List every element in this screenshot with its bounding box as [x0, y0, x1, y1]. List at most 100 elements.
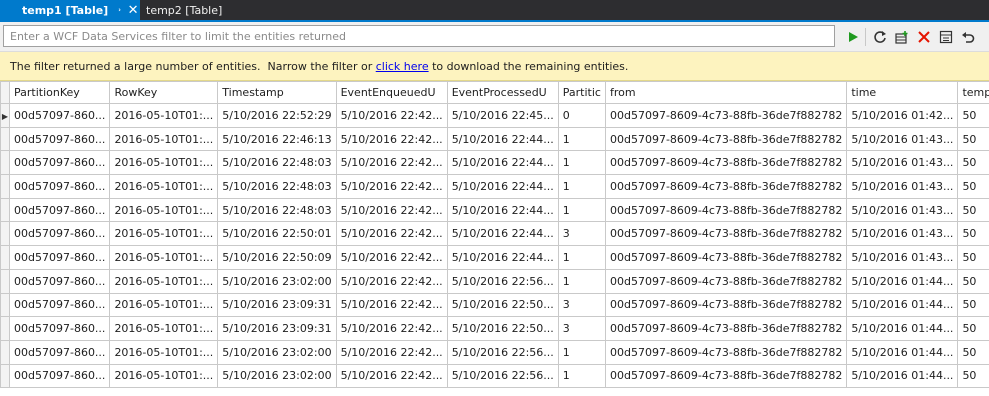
table-cell[interactable]: 5/10/2016 22:42... — [335, 174, 448, 199]
table-cell[interactable]: 50 — [957, 339, 989, 365]
table-cell[interactable]: 00d57097-8609-4c73-88fb-36de7f882782 — [604, 316, 848, 341]
table-cell[interactable]: 1 — [557, 339, 606, 365]
row-header[interactable] — [0, 150, 10, 176]
table-cell[interactable]: 5/10/2016 22:50:09 — [217, 245, 337, 270]
table-row[interactable]: 00d57097-860... 2016-05-10T01:... 5/10/201… — [0, 197, 989, 223]
table-cell[interactable]: 5/10/2016 22:42... — [335, 221, 448, 247]
grid-corner[interactable] — [0, 81, 10, 104]
column-header[interactable]: EventProcessedU — [446, 81, 559, 104]
table-row[interactable]: 00d57097-860... 2016-05-10T01:... 5/10/201… — [0, 150, 989, 176]
table-row[interactable]: 00d57097-860... 2016-05-10T01:... 5/10/201… — [0, 221, 989, 247]
table-row[interactable]: 00d57097-860... 2016-05-10T01:... 5/10/201… — [0, 316, 989, 341]
table-cell[interactable]: 50 — [957, 103, 989, 128]
table-cell[interactable]: 50 — [957, 292, 989, 318]
table-row[interactable]: 00d57097-860... 2016-05-10T01:... 5/10/201… — [0, 245, 989, 270]
table-cell[interactable]: 5/10/2016 22:50... — [446, 316, 559, 341]
table-cell[interactable]: 5/10/2016 22:42... — [335, 245, 448, 270]
table-cell[interactable]: 2016-05-10T01:... — [109, 126, 219, 152]
table-cell[interactable]: 5/10/2016 01:44... — [846, 339, 959, 365]
table-cell[interactable]: 5/10/2016 22:48:03 — [217, 150, 337, 176]
table-cell[interactable]: 5/10/2016 01:44... — [846, 363, 959, 389]
table-cell[interactable]: 5/10/2016 23:02:00 — [217, 268, 337, 294]
table-cell[interactable]: 00d57097-8609-4c73-88fb-36de7f882782 — [604, 197, 848, 223]
table-row[interactable]: 00d57097-860... 2016-05-10T01:... 5/10/201… — [0, 174, 989, 199]
table-cell[interactable]: 2016-05-10T01:... — [109, 339, 219, 365]
table-cell[interactable]: 5/10/2016 22:44... — [446, 245, 559, 270]
table-cell[interactable]: 2016-05-10T01:... — [109, 292, 219, 318]
table-cell[interactable]: 5/10/2016 22:42... — [335, 197, 448, 223]
table-cell[interactable]: 5/10/2016 01:44... — [846, 316, 959, 341]
table-cell[interactable]: 5/10/2016 22:44... — [446, 221, 559, 247]
view-entity-icon[interactable] — [935, 26, 957, 48]
table-cell[interactable]: 00d57097-860... — [8, 221, 111, 247]
table-cell[interactable]: 5/10/2016 22:50... — [446, 292, 559, 318]
table-cell[interactable]: 00d57097-860... — [8, 316, 111, 341]
table-cell[interactable]: 5/10/2016 22:42... — [335, 292, 448, 318]
table-row[interactable]: 00d57097-860... 2016-05-10T01:... 5/10/201… — [0, 339, 989, 365]
column-header[interactable]: time — [846, 81, 959, 104]
table-cell[interactable]: 5/10/2016 22:48:03 — [217, 197, 337, 223]
column-header[interactable]: RowKey — [109, 81, 219, 104]
table-cell[interactable]: 5/10/2016 22:45... — [446, 103, 559, 128]
tab-temp1[interactable]: temp1 [Table] ˒ ✕ — [0, 0, 140, 20]
table-cell[interactable]: 50 — [957, 126, 989, 152]
table-cell[interactable]: 5/10/2016 22:44... — [446, 150, 559, 176]
row-header[interactable] — [0, 221, 10, 247]
table-row[interactable]: 00d57097-860... 2016-05-10T01:... 5/10/201… — [0, 126, 989, 152]
table-cell[interactable]: 50 — [957, 363, 989, 389]
download-remaining-link[interactable]: click here — [376, 60, 429, 73]
table-cell[interactable]: 00d57097-8609-4c73-88fb-36de7f882782 — [604, 292, 848, 318]
undo-icon[interactable] — [957, 26, 979, 48]
table-cell[interactable]: 1 — [557, 363, 606, 389]
table-cell[interactable]: 0 — [557, 103, 606, 128]
table-cell[interactable]: 1 — [557, 126, 606, 152]
table-cell[interactable]: 5/10/2016 01:43... — [846, 150, 959, 176]
table-cell[interactable]: 2016-05-10T01:... — [109, 150, 219, 176]
row-header[interactable] — [0, 245, 10, 270]
table-cell[interactable]: 5/10/2016 22:42... — [335, 150, 448, 176]
table-cell[interactable]: 00d57097-860... — [8, 150, 111, 176]
table-cell[interactable]: 3 — [557, 221, 606, 247]
table-cell[interactable]: 5/10/2016 22:52:29 — [217, 103, 337, 128]
table-cell[interactable]: 50 — [957, 221, 989, 247]
table-cell[interactable]: 00d57097-8609-4c73-88fb-36de7f882782 — [604, 126, 848, 152]
delete-entity-icon[interactable] — [913, 26, 935, 48]
table-cell[interactable]: 5/10/2016 22:42... — [335, 339, 448, 365]
table-cell[interactable]: 5/10/2016 22:44... — [446, 174, 559, 199]
table-cell[interactable]: 5/10/2016 01:43... — [846, 174, 959, 199]
table-cell[interactable]: 00d57097-8609-4c73-88fb-36de7f882782 — [604, 221, 848, 247]
row-header[interactable] — [0, 126, 10, 152]
table-cell[interactable]: 5/10/2016 01:43... — [846, 126, 959, 152]
table-cell[interactable]: 2016-05-10T01:... — [109, 174, 219, 199]
table-cell[interactable]: 00d57097-8609-4c73-88fb-36de7f882782 — [604, 339, 848, 365]
table-cell[interactable]: 5/10/2016 23:02:00 — [217, 363, 337, 389]
table-cell[interactable]: 5/10/2016 01:44... — [846, 292, 959, 318]
table-cell[interactable]: 1 — [557, 197, 606, 223]
table-cell[interactable]: 00d57097-860... — [8, 103, 111, 128]
table-cell[interactable]: 00d57097-860... — [8, 126, 111, 152]
table-cell[interactable]: 5/10/2016 22:50:01 — [217, 221, 337, 247]
table-cell[interactable]: 00d57097-860... — [8, 292, 111, 318]
row-header[interactable] — [0, 292, 10, 318]
close-icon[interactable]: ✕ — [128, 4, 139, 17]
table-cell[interactable]: 5/10/2016 22:42... — [335, 126, 448, 152]
table-cell[interactable]: 5/10/2016 22:44... — [446, 126, 559, 152]
row-header[interactable] — [0, 339, 10, 365]
table-cell[interactable]: 5/10/2016 22:56... — [446, 339, 559, 365]
table-cell[interactable]: 5/10/2016 01:43... — [846, 221, 959, 247]
table-cell[interactable]: 2016-05-10T01:... — [109, 316, 219, 341]
table-cell[interactable]: 50 — [957, 197, 989, 223]
table-cell[interactable]: 1 — [557, 150, 606, 176]
table-row[interactable]: 00d57097-860... 2016-05-10T01:... 5/10/201… — [0, 292, 989, 318]
table-cell[interactable]: 5/10/2016 22:42... — [335, 363, 448, 389]
table-row[interactable]: 00d57097-860... 2016-05-10T01:... 5/10/201… — [0, 268, 989, 294]
table-cell[interactable]: 50 — [957, 174, 989, 199]
row-header[interactable]: ▶ — [0, 103, 10, 128]
table-cell[interactable]: 5/10/2016 01:43... — [846, 245, 959, 270]
table-cell[interactable]: 5/10/2016 22:56... — [446, 363, 559, 389]
row-header[interactable] — [0, 363, 10, 389]
table-cell[interactable]: 00d57097-8609-4c73-88fb-36de7f882782 — [604, 174, 848, 199]
table-cell[interactable]: 5/10/2016 22:42... — [335, 316, 448, 341]
table-cell[interactable]: 00d57097-860... — [8, 197, 111, 223]
run-query-icon[interactable] — [842, 26, 864, 48]
